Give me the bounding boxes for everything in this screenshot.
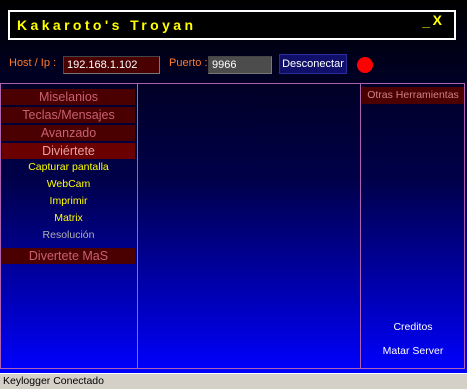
window-title: Kakaroto's Troyan [17,17,197,33]
title-bar[interactable]: Kakaroto's Troyan _ X [8,10,456,40]
kill-server-link[interactable]: Matar Server [362,345,464,357]
host-input[interactable]: 192.168.1.102 [63,56,160,74]
menu-item-matrix[interactable]: Matrix [2,210,135,226]
host-label: Host / Ip : [9,57,57,69]
menu-item-print[interactable]: Imprimir [2,193,135,209]
port-input[interactable]: 9966 [208,56,272,74]
menu-item-webcam[interactable]: WebCam [2,176,135,192]
status-bar: Keylogger Conectado [0,373,467,389]
menu-item-resolution[interactable]: Resolución [2,227,135,243]
port-label: Puerto : [169,57,208,69]
app-window: Kakaroto's Troyan _ X Host / Ip : 192.16… [0,0,467,373]
connection-status-indicator [357,57,373,73]
content-panel [137,83,361,369]
menu-advanced[interactable]: Avanzado [2,125,135,141]
menu-more-fun[interactable]: Divertete MaS [2,248,135,264]
close-button[interactable]: X [433,12,442,28]
menu-keys-messages[interactable]: Teclas/Mensajes [2,107,135,123]
menu-other-tools[interactable]: Otras Herramientas [362,87,464,104]
menu-miscellaneous[interactable]: Miselanios [2,89,135,105]
menu-item-screenshot[interactable]: Capturar pantalla [2,159,135,175]
minimize-button[interactable]: _ [422,13,430,29]
disconnect-button[interactable]: Desconectar [279,54,347,74]
credits-link[interactable]: Creditos [362,321,464,333]
menu-fun[interactable]: Diviértete [2,143,135,159]
